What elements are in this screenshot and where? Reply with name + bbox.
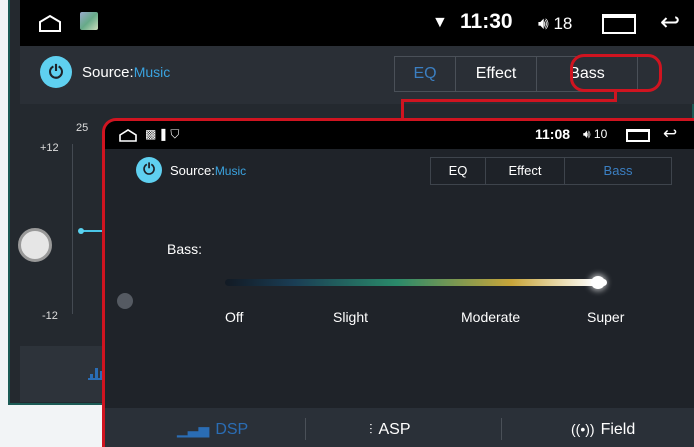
tab-bass[interactable]: Bass (565, 158, 671, 184)
volume-icon: 🔊︎ (538, 14, 554, 33)
power-icon: ⏻ (48, 62, 64, 82)
bass-tab-highlight (570, 54, 662, 92)
notification-icons: ▩❚⛉ (145, 127, 182, 141)
home-icon[interactable] (38, 14, 62, 32)
bg-source: Source:Music (82, 64, 171, 81)
panel-status-bar: ▩❚⛉ 11:08 🔊︎ 10 ↩ (105, 121, 694, 149)
nav-asp[interactable]: ⫶ ASP (369, 408, 411, 447)
tab-eq[interactable]: EQ (431, 158, 486, 184)
back-icon[interactable]: ↩ (663, 124, 677, 144)
level-moderate[interactable]: Moderate (461, 309, 520, 325)
bass-label: Bass: (167, 241, 203, 257)
floating-assist-button[interactable] (117, 293, 133, 309)
tab-effect[interactable]: Effect (486, 158, 565, 184)
panel-clock: 11:08 (535, 126, 571, 142)
bass-panel: ▩❚⛉ 11:08 🔊︎ 10 ↩ ⏻ Source:Music EQ Effe… (102, 118, 694, 447)
eq-point[interactable] (78, 228, 84, 234)
home-icon[interactable] (119, 129, 137, 142)
nav-field[interactable]: ((•)) Field (571, 408, 635, 447)
panel-volume: 🔊︎ 10 (583, 127, 608, 141)
power-button[interactable]: ⏻ (136, 157, 162, 183)
level-off[interactable]: Off (225, 309, 243, 325)
volume-icon: 🔊︎ (583, 127, 594, 141)
bass-slider[interactable] (225, 279, 607, 286)
floating-assist-button[interactable] (18, 228, 52, 262)
recent-apps-icon[interactable] (626, 129, 650, 142)
wifi-icon: ▼ (432, 14, 448, 31)
equalizer-bars-icon: ▁▃▅ (177, 421, 210, 437)
sliders-icon: ⫶ (369, 421, 373, 437)
recent-apps-icon[interactable] (602, 14, 636, 34)
bottom-nav: ▁▃▅ DSP ⫶ ASP ((•)) Field (105, 408, 694, 447)
app-thumbnail-icon[interactable] (80, 12, 98, 30)
level-super[interactable]: Super (587, 309, 624, 325)
nav-dsp[interactable]: ▁▃▅ DSP (177, 408, 248, 447)
sound-field-icon: ((•)) (571, 421, 595, 437)
bg-volume: 🔊︎ 18 (538, 14, 573, 33)
bg-power-button[interactable]: ⏻ (40, 56, 72, 88)
callout-connector (401, 99, 617, 102)
bass-slider-handle[interactable] (591, 276, 605, 289)
power-icon: ⏻ (143, 161, 155, 178)
bg-tab-eq[interactable]: EQ (395, 57, 456, 91)
bg-tab-effect[interactable]: Effect (456, 57, 537, 91)
bg-clock: 11:30 (460, 10, 513, 33)
level-slight[interactable]: Slight (333, 309, 368, 325)
back-icon[interactable]: ↩ (660, 8, 680, 37)
bg-status-bar: ▼ 11:30 🔊︎ 18 ↩ (20, 0, 694, 46)
source: Source:Music (170, 163, 247, 178)
tab-bar: EQ Effect Bass (430, 157, 672, 185)
